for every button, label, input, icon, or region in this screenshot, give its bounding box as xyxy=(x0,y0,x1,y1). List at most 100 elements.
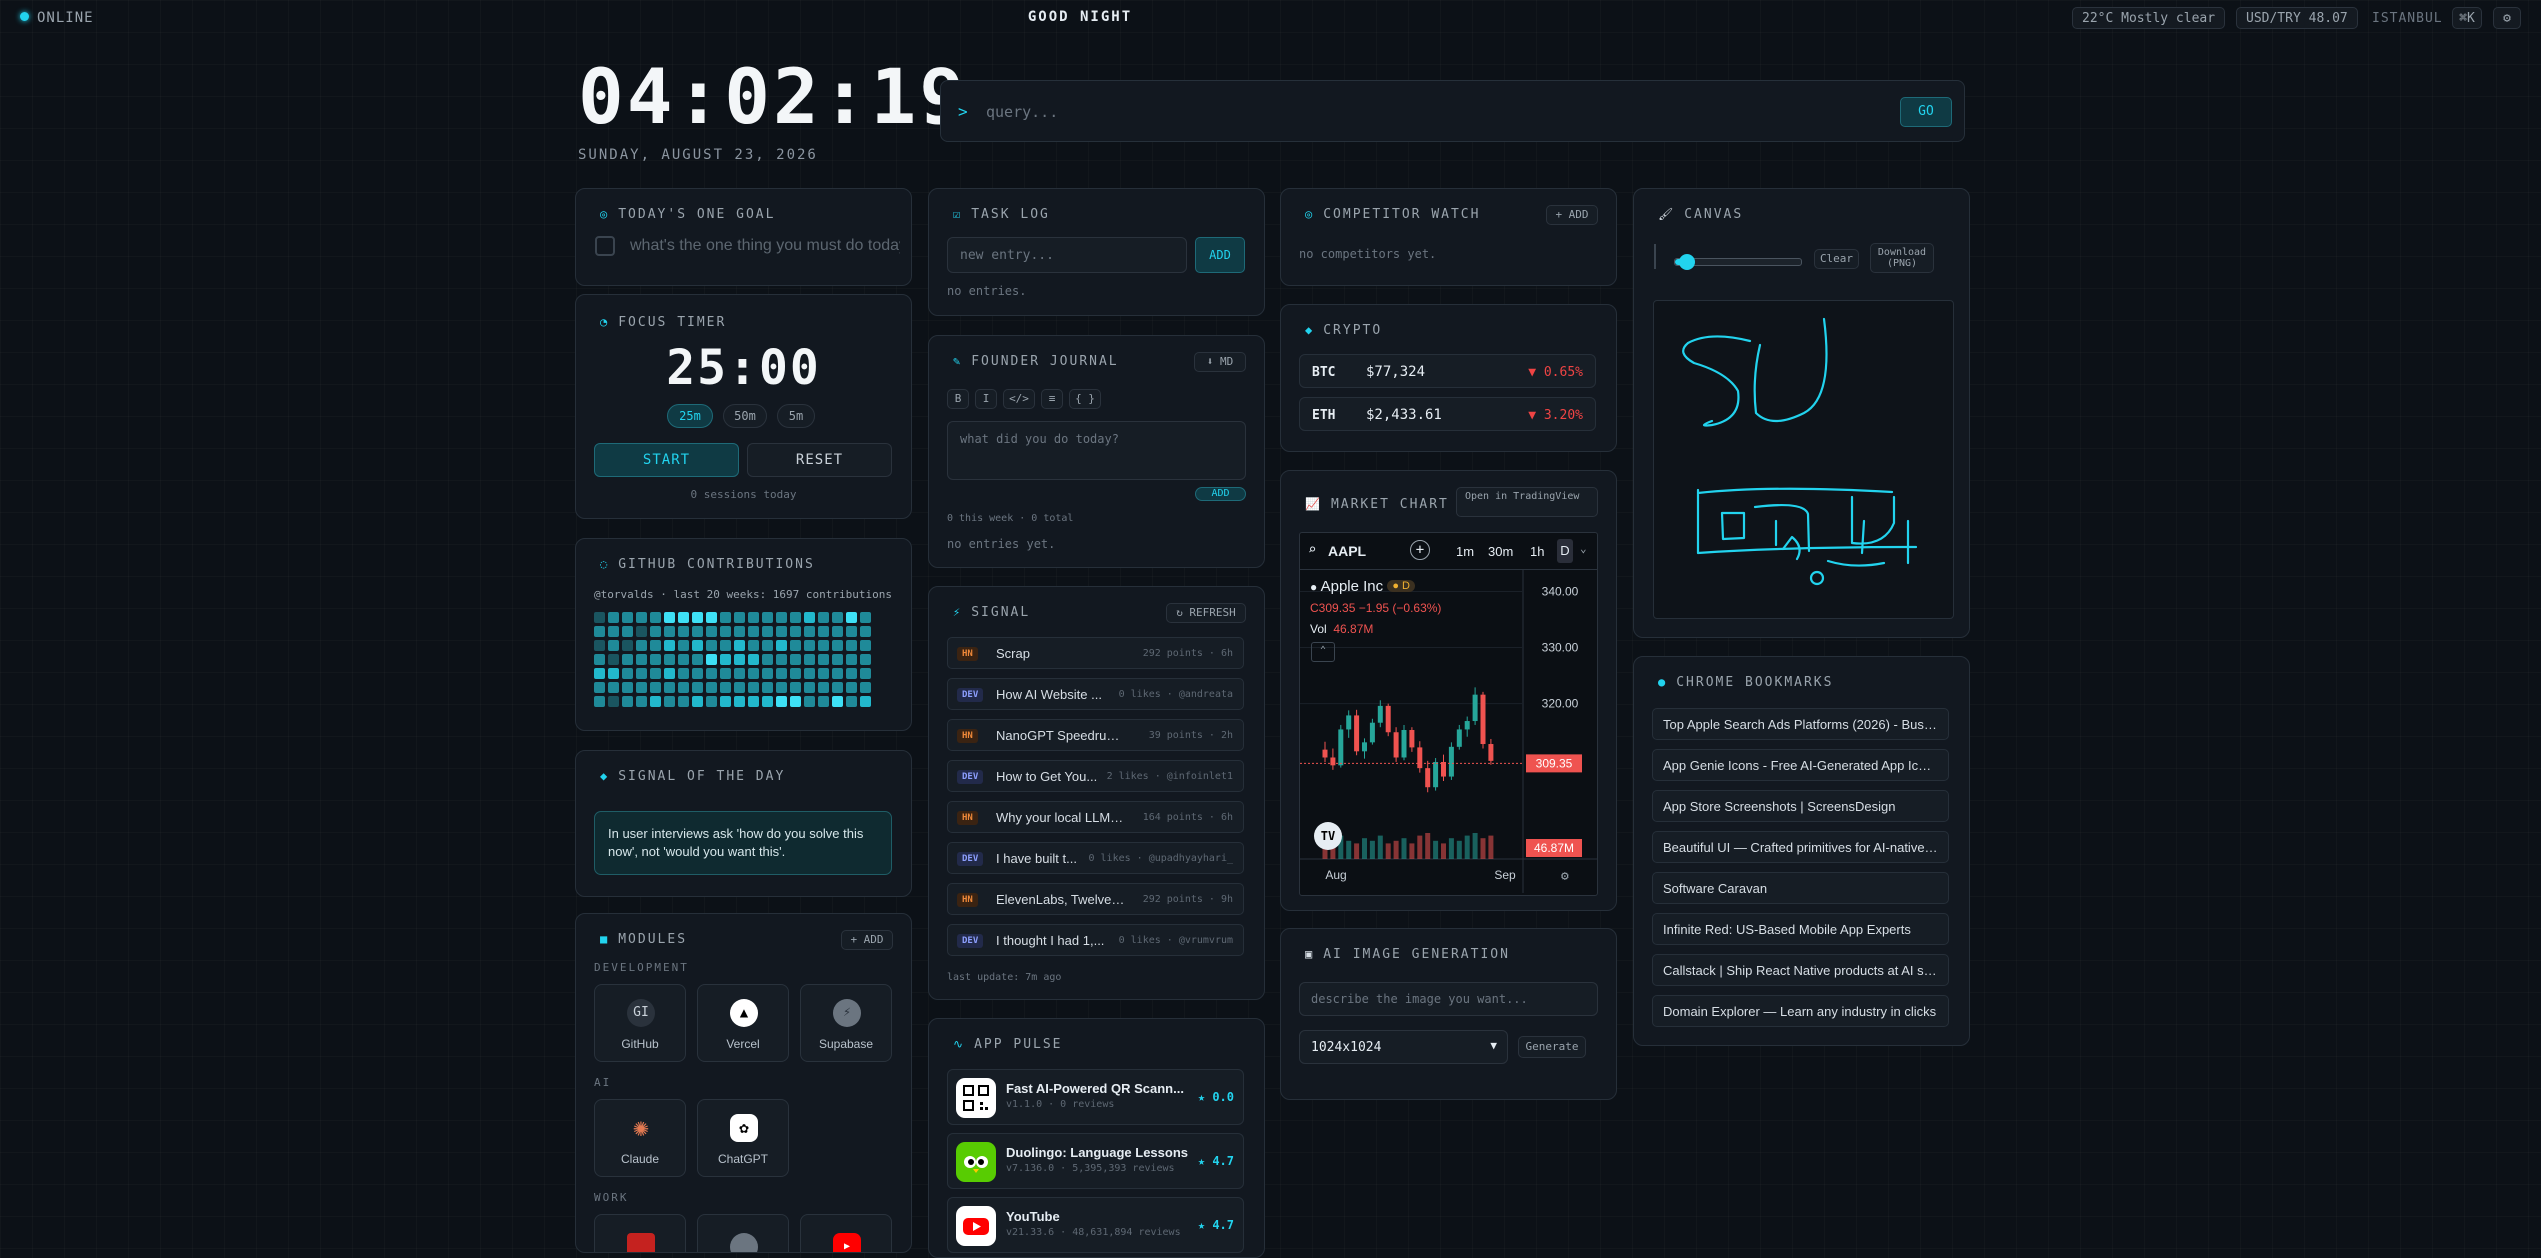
goal-checkbox[interactable] xyxy=(595,236,615,256)
interval-1m[interactable]: 1m xyxy=(1456,544,1474,559)
symbol-search[interactable]: AAPL xyxy=(1328,543,1366,559)
signal-item[interactable]: HN ElevenLabs, TwelveLa... 292 points · 9h xyxy=(947,883,1244,915)
code-button[interactable]: </> xyxy=(1003,389,1035,409)
crypto-row-eth[interactable]: ETH $2,433.61 ▼ 3.20% xyxy=(1299,397,1596,431)
contribution-cell xyxy=(678,612,689,623)
bookmark-item[interactable]: Top Apple Search Ads Platforms (2026) - … xyxy=(1652,708,1949,740)
signal-item[interactable]: DEV How AI Website ... 0 likes · @andreata xyxy=(947,678,1244,710)
compare-plus-icon[interactable]: + xyxy=(1410,540,1430,560)
signal-item[interactable]: HN NanoGPT Speedrun Fro... 39 points · 2h xyxy=(947,719,1244,751)
diamond-icon: ◆ xyxy=(1305,323,1315,337)
contribution-grid xyxy=(594,612,871,707)
image-prompt-input[interactable]: describe the image you want... xyxy=(1299,982,1598,1016)
app-row[interactable]: YouTube v21.33.6 · 48,631,894 reviews ★ … xyxy=(947,1197,1244,1253)
bookmark-item[interactable]: Callstack | Ship React Native products a… xyxy=(1652,954,1949,986)
volume-bar xyxy=(1448,838,1454,859)
signal-item[interactable]: HN Why your local LLM fe... 164 points · 6… xyxy=(947,801,1244,833)
open-tradingview-button[interactable]: Open in TradingView xyxy=(1456,487,1598,517)
contribution-cell xyxy=(664,640,675,651)
slider-thumb[interactable] xyxy=(1679,254,1695,270)
query-bar[interactable]: > query... GO xyxy=(940,80,1965,142)
contribution-cell xyxy=(636,682,647,693)
timer-icon: ◔ xyxy=(600,315,610,329)
chart-settings-gear-icon[interactable]: ⚙ xyxy=(1561,869,1569,884)
drawing-canvas[interactable] xyxy=(1653,300,1954,619)
bookmark-item[interactable]: Infinite Red: US-Based Mobile App Expert… xyxy=(1652,913,1949,945)
bookmark-item[interactable]: Domain Explorer — Learn any industry in … xyxy=(1652,995,1949,1027)
preset-5m-button[interactable]: 5m xyxy=(777,404,815,428)
contribution-cell xyxy=(720,668,731,679)
bookmark-item[interactable]: Beautiful UI — Crafted primitives for AI… xyxy=(1652,831,1949,863)
download-md-button[interactable]: ⬇ MD xyxy=(1194,352,1246,372)
bookmark-item[interactable]: App Genie Icons - Free AI-Generated App … xyxy=(1652,749,1949,781)
collapse-legend-button[interactable]: ⌃ xyxy=(1311,642,1335,662)
generate-button[interactable]: Generate xyxy=(1518,1036,1586,1058)
color-swatch[interactable] xyxy=(1654,244,1656,269)
volume-tag-label: 46.87M xyxy=(1534,841,1574,855)
interval-1h[interactable]: 1h xyxy=(1530,544,1544,559)
goal-input[interactable]: what's the one thing you must do today? xyxy=(630,237,900,255)
prompt-icon: > xyxy=(958,102,968,121)
interval-30m[interactable]: 30m xyxy=(1488,544,1513,559)
preset-25m-button[interactable]: 25m xyxy=(667,404,713,428)
brush-size-slider[interactable] xyxy=(1674,254,1802,270)
bold-button[interactable]: B xyxy=(947,389,969,409)
chevron-down-icon[interactable]: ⌄ xyxy=(1580,542,1587,555)
chart-icon: 📈 xyxy=(1305,497,1322,511)
contribution-cell xyxy=(762,654,773,665)
module-youtube[interactable]: ▶ xyxy=(800,1214,892,1252)
module-chatgpt[interactable]: ✿ ChatGPT xyxy=(697,1099,789,1177)
add-task-button[interactable]: ADD xyxy=(1195,237,1245,273)
tradingview-logo[interactable]: TV xyxy=(1314,822,1342,850)
settings-gear-icon[interactable]: ⚙ xyxy=(2493,7,2521,29)
contribution-cell xyxy=(692,654,703,665)
add-journal-button[interactable]: ADD xyxy=(1195,487,1246,501)
signal-item[interactable]: DEV I thought I had 1,... 0 likes · @vrumv… xyxy=(947,924,1244,956)
signal-title: How to Get You... xyxy=(996,769,1098,784)
module-vercel[interactable]: ▲ Vercel xyxy=(697,984,789,1062)
task-entry-input[interactable]: new entry... xyxy=(947,237,1187,273)
list-button[interactable]: ≡ xyxy=(1041,389,1063,409)
image-size-select[interactable]: 1024x1024 ▼ xyxy=(1299,1030,1508,1064)
gmail-icon xyxy=(627,1233,655,1252)
module-supabase[interactable]: ⚡ Supabase xyxy=(800,984,892,1062)
module-gmail[interactable] xyxy=(594,1214,686,1252)
contribution-cell xyxy=(622,668,633,679)
crypto-row-btc[interactable]: BTC $77,324 ▼ 0.65% xyxy=(1299,354,1596,388)
app-row[interactable]: Fast AI-Powered QR Scann... v1.1.0 · 0 r… xyxy=(947,1069,1244,1125)
interval-d[interactable]: D xyxy=(1557,539,1573,563)
contribution-cell xyxy=(832,626,843,637)
add-competitor-button[interactable]: + ADD xyxy=(1546,205,1598,225)
contribution-cell xyxy=(622,696,633,707)
contribution-cell xyxy=(804,612,815,623)
reset-button[interactable]: RESET xyxy=(747,443,892,477)
diamond-icon: ◆ xyxy=(600,769,610,783)
volume-bar xyxy=(1393,840,1399,859)
start-button[interactable]: START xyxy=(594,443,739,477)
module-github[interactable]: GI GitHub xyxy=(594,984,686,1062)
top-bar: ONLINE GOOD NIGHT 22°C Mostly clear USD/… xyxy=(0,0,2541,36)
bookmark-item[interactable]: App Store Screenshots | ScreensDesign xyxy=(1652,790,1949,822)
command-palette-button[interactable]: ⌘K xyxy=(2452,7,2482,29)
app-row[interactable]: Duolingo: Language Lessons v7.136.0 · 5,… xyxy=(947,1133,1244,1189)
signal-item[interactable]: DEV I have built t... 0 likes · @upadhyayh… xyxy=(947,842,1244,874)
signal-item[interactable]: HN Scrap 292 points · 6h xyxy=(947,637,1244,669)
contribution-cell xyxy=(692,612,703,623)
signal-meta: 39 points · 2h xyxy=(1148,730,1233,741)
codeblock-button[interactable]: { } xyxy=(1069,389,1101,409)
signal-item[interactable]: DEV How to Get You... 2 likes · @infoinlet… xyxy=(947,760,1244,792)
module-claude[interactable]: ✺ Claude xyxy=(594,1099,686,1177)
refresh-button[interactable]: ↻ REFRESH xyxy=(1166,603,1246,623)
bookmark-item[interactable]: Software Caravan xyxy=(1652,872,1949,904)
clear-canvas-button[interactable]: Clear xyxy=(1814,249,1859,269)
journal-textarea[interactable]: what did you do today? xyxy=(947,421,1246,480)
tradingview-widget[interactable]: ⌕ AAPL + 1m 30m 1h D ⌄ 340.00 330.00 320.0… xyxy=(1299,532,1598,896)
module-work-2[interactable] xyxy=(697,1214,789,1252)
italic-button[interactable]: I xyxy=(975,389,997,409)
go-button[interactable]: GO xyxy=(1900,97,1952,127)
add-module-button[interactable]: + ADD xyxy=(841,930,893,950)
search-icon[interactable]: ⌕ xyxy=(1308,542,1316,558)
download-png-button[interactable]: Download (PNG) xyxy=(1870,243,1934,273)
preset-50m-button[interactable]: 50m xyxy=(723,404,767,428)
query-input[interactable]: query... xyxy=(986,103,1058,121)
